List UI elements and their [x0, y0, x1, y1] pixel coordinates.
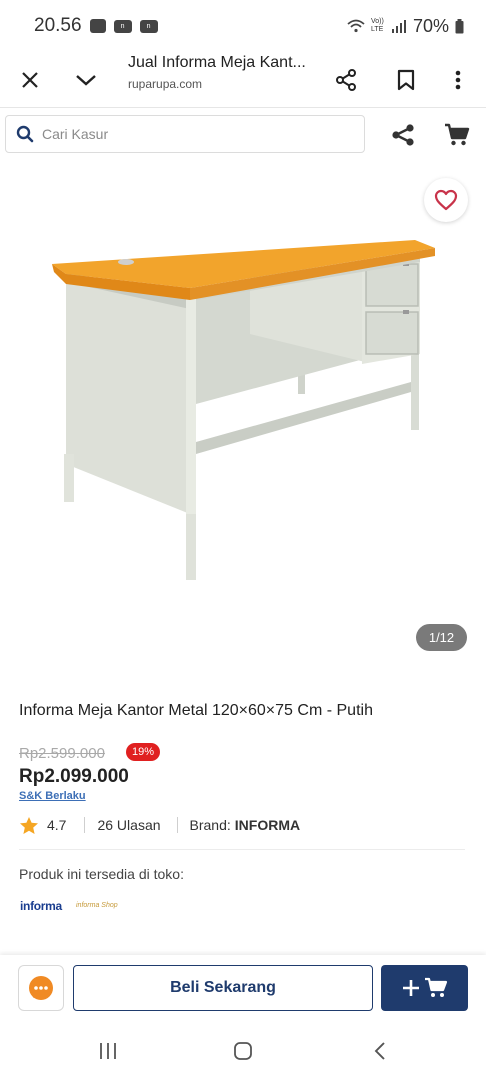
wifi-icon [347, 19, 365, 33]
signal-icon [391, 20, 406, 33]
image-icon [89, 19, 106, 33]
image-counter: 1/12 [416, 624, 467, 651]
search-icon [16, 125, 34, 143]
informa-store-logo[interactable]: informa [20, 899, 62, 918]
status-time: 20.56 [34, 15, 82, 36]
divider [176, 817, 178, 833]
product-price: Rp2.099.000 [19, 766, 129, 787]
bookmark-button[interactable] [378, 52, 434, 108]
battery-percent: 70% [412, 15, 449, 36]
search-row [0, 108, 486, 162]
share-icon [336, 69, 356, 91]
brand-link[interactable]: INFORMA [235, 817, 300, 833]
chat-button[interactable] [18, 965, 64, 1011]
divider [84, 817, 86, 833]
home-button[interactable] [223, 1035, 263, 1067]
system-nav-bar [0, 1021, 486, 1080]
product-meta: 4.7 26 Ulasan Brand: INFORMA [19, 815, 300, 835]
product-image[interactable] [0, 164, 486, 664]
battery-icon [455, 18, 464, 33]
browser-toolbar: Jual Informa Meja Kant... ruparupa.com [0, 52, 486, 108]
search-input[interactable] [42, 126, 342, 142]
store-logo-text: informa Shop [76, 902, 118, 909]
store-logo-text: informa [20, 899, 62, 913]
discount-badge: 19% [126, 743, 161, 761]
buy-now-button[interactable]: Beli Sekarang [73, 965, 373, 1011]
share-icon [392, 124, 414, 146]
old-price: Rp2.599.000 [19, 745, 105, 762]
wishlist-button[interactable] [424, 178, 468, 222]
add-to-cart-button[interactable] [381, 965, 468, 1011]
product-share-button[interactable] [386, 118, 420, 152]
browser-share-button[interactable] [318, 52, 374, 108]
network-label: Vo)) LTE [370, 18, 384, 33]
chat-icon [29, 976, 53, 1000]
rating-value: 4.7 [47, 817, 67, 833]
close-tab-button[interactable] [2, 52, 58, 108]
chevron-down-icon [76, 75, 96, 86]
status-bar: 20.56 n n Vo)) LTE 70% [0, 0, 486, 52]
search-box[interactable] [5, 115, 365, 153]
cart-button[interactable] [440, 118, 474, 152]
expand-button[interactable] [58, 52, 114, 108]
notification-icon: n [139, 19, 158, 33]
back-button[interactable] [360, 1035, 400, 1067]
plus-icon [402, 980, 419, 996]
status-right: Vo)) LTE 70% [347, 16, 464, 37]
notification-icon: n [113, 19, 132, 33]
url-block[interactable]: Jual Informa Meja Kant... ruparupa.com [128, 54, 318, 91]
reviews-link[interactable]: 26 Ulasan [97, 817, 160, 833]
more-button[interactable] [438, 52, 478, 108]
cart-icon [424, 977, 447, 997]
page-title: Jual Informa Meja Kant... [128, 54, 306, 71]
page-domain: ruparupa.com [128, 77, 203, 91]
recents-button[interactable] [88, 1035, 128, 1067]
bookmark-icon [397, 69, 415, 91]
desk-image [52, 240, 435, 580]
close-icon [22, 72, 38, 88]
informa-shop-logo[interactable]: informa Shop [76, 902, 118, 909]
star-icon [20, 816, 38, 834]
back-icon [374, 1042, 385, 1060]
store-availability-label: Produk ini tersedia di toko: [19, 866, 184, 882]
cart-icon [445, 123, 470, 146]
brand-label: Brand: [189, 817, 231, 833]
browser-actions [318, 52, 478, 108]
status-left: 20.56 n n [34, 15, 158, 37]
section-divider [19, 849, 465, 850]
home-icon [234, 1042, 252, 1060]
terms-link[interactable]: S&K Berlaku [19, 790, 86, 802]
heart-icon [434, 189, 458, 211]
action-bar: Beli Sekarang [0, 955, 486, 1021]
more-vert-icon [455, 70, 461, 90]
product-title: Informa Meja Kantor Metal 120×60×75 Cm -… [19, 702, 373, 719]
recents-icon [100, 1043, 116, 1059]
